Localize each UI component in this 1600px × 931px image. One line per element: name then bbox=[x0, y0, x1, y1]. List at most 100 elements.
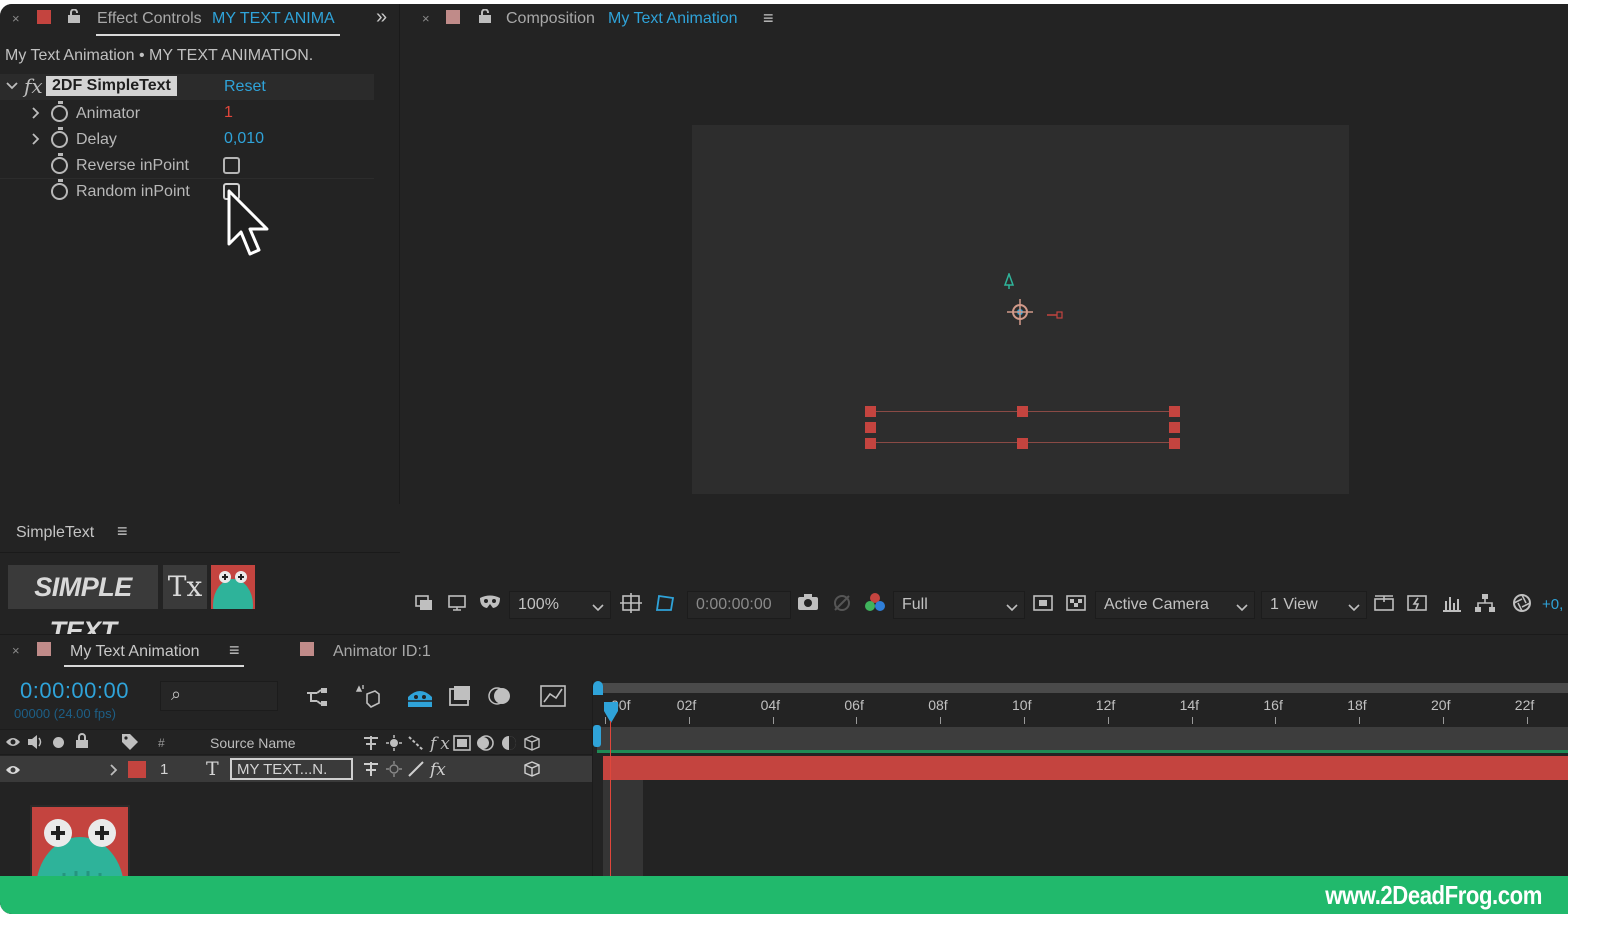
monitor-icon[interactable] bbox=[446, 594, 468, 614]
show-snapshot-icon[interactable] bbox=[831, 593, 853, 613]
fast-previews-icon[interactable] bbox=[1406, 593, 1428, 613]
current-time-field[interactable]: 0:00:00:00 bbox=[687, 591, 791, 619]
reset-exposure-icon[interactable] bbox=[1511, 593, 1533, 613]
camera-value: Active Camera bbox=[1104, 596, 1209, 613]
panel-expand-icon[interactable]: » bbox=[376, 6, 387, 29]
resolution-dropdown[interactable]: Full bbox=[893, 591, 1025, 619]
transform-handle[interactable] bbox=[1017, 406, 1028, 417]
layer-name-field[interactable]: MY TEXT...N. bbox=[230, 758, 353, 780]
eye-icon[interactable] bbox=[5, 763, 21, 781]
transform-handle[interactable] bbox=[865, 438, 876, 449]
transform-handle[interactable] bbox=[1169, 422, 1180, 433]
effect-controls-layer-name[interactable]: MY TEXT ANIMA bbox=[212, 10, 338, 28]
comp-flowchart-icon[interactable] bbox=[305, 687, 327, 707]
views-dropdown[interactable]: 1 View bbox=[1261, 591, 1367, 619]
zoom-dropdown[interactable]: 100% bbox=[509, 591, 611, 619]
transparency-grid-icon[interactable] bbox=[1065, 594, 1087, 614]
camera-dropdown[interactable]: Active Camera bbox=[1095, 591, 1255, 619]
current-time-value: 0:00:00:00 bbox=[696, 596, 772, 613]
motion-blur-icon[interactable] bbox=[488, 685, 510, 705]
time-ruler[interactable]: 00f 02f 04f 06f 08f 10f 12f 14f 16f 18f 20f 22f bbox=[593, 695, 1568, 725]
work-area-start-handle[interactable] bbox=[593, 681, 603, 695]
draft-3d-icon[interactable] bbox=[355, 685, 380, 708]
always-preview-icon[interactable] bbox=[413, 594, 435, 614]
layer-label-color[interactable] bbox=[128, 761, 146, 778]
toggle-pixel-aspect-icon[interactable] bbox=[1373, 594, 1395, 614]
x-axis-arrow-icon[interactable] bbox=[1047, 307, 1063, 325]
column-source-name[interactable]: Source Name bbox=[210, 735, 296, 751]
eye-icon[interactable] bbox=[5, 735, 21, 753]
lock-icon[interactable] bbox=[67, 8, 81, 23]
frame-blending-icon[interactable] bbox=[448, 685, 470, 706]
anchor-point-icon[interactable] bbox=[1007, 299, 1033, 330]
composition-tab-title[interactable]: Composition bbox=[506, 10, 595, 28]
mask-visibility-icon[interactable] bbox=[479, 594, 501, 614]
clear-format-button[interactable]: Tx bbox=[163, 565, 207, 609]
effect-name[interactable]: 2DF SimpleText bbox=[46, 76, 177, 96]
param-label: Random inPoint bbox=[76, 183, 190, 200]
snapshot-camera-icon[interactable] bbox=[797, 593, 819, 613]
timeline-icon[interactable] bbox=[1441, 593, 1463, 613]
simpletext-panel-title[interactable]: SimpleText bbox=[16, 524, 94, 542]
expand-chevron-icon[interactable] bbox=[30, 106, 40, 124]
timeline-tab-title[interactable]: My Text Animation bbox=[70, 643, 200, 661]
layer-row[interactable]: 1 T MY TEXT...N. fx bbox=[0, 756, 592, 782]
stopwatch-icon[interactable] bbox=[51, 153, 68, 174]
stopwatch-icon[interactable] bbox=[51, 101, 68, 122]
animator-tab[interactable]: Animator ID:1 bbox=[333, 643, 431, 661]
lock-icon[interactable] bbox=[478, 8, 492, 29]
ruler-tick-label: 16f bbox=[1263, 697, 1283, 713]
mask-path-icon[interactable] bbox=[654, 593, 676, 613]
composition-close-button[interactable]: × bbox=[422, 11, 430, 26]
playhead-icon[interactable] bbox=[603, 701, 619, 730]
timeline-timecode[interactable]: 0:00:00:00 bbox=[20, 678, 129, 704]
reverse-inpoint-checkbox[interactable] bbox=[223, 157, 240, 174]
transform-handle[interactable] bbox=[1017, 438, 1028, 449]
fx-icon[interactable]: fx bbox=[24, 74, 43, 98]
layer-column-header: # Source Name fx bbox=[0, 729, 592, 755]
divider bbox=[0, 552, 400, 553]
audio-icon[interactable] bbox=[27, 734, 45, 755]
transform-handle[interactable] bbox=[1169, 406, 1180, 417]
exposure-value[interactable]: +0, bbox=[1542, 596, 1563, 613]
param-value[interactable]: 0,010 bbox=[224, 130, 264, 148]
grid-guides-icon[interactable] bbox=[620, 593, 642, 613]
graph-editor-icon[interactable] bbox=[540, 685, 566, 707]
active-tab-underline bbox=[64, 665, 244, 667]
stopwatch-icon[interactable] bbox=[51, 127, 68, 148]
effect-controls-close-button[interactable]: × bbox=[12, 11, 20, 26]
effect-controls-tab-title[interactable]: Effect Controls bbox=[97, 10, 202, 28]
layer-switches[interactable]: fx bbox=[362, 760, 552, 783]
work-area-marker[interactable] bbox=[593, 725, 601, 747]
transform-handle[interactable] bbox=[865, 406, 876, 417]
website-url[interactable]: www.2DeadFrog.com bbox=[1325, 880, 1542, 911]
composition-canvas[interactable] bbox=[692, 125, 1349, 494]
region-of-interest-icon[interactable] bbox=[1032, 594, 1054, 614]
param-value[interactable]: 1 bbox=[224, 104, 233, 122]
menu-icon[interactable]: ≡ bbox=[229, 640, 240, 661]
switches-icons[interactable]: fx bbox=[362, 734, 552, 756]
simple-text-logo-button[interactable]: SIMPLE TEXT bbox=[8, 565, 158, 646]
y-axis-arrow-icon[interactable] bbox=[1003, 271, 1015, 294]
reset-link[interactable]: Reset bbox=[224, 78, 266, 96]
stopwatch-icon[interactable] bbox=[51, 179, 68, 200]
menu-icon[interactable]: ≡ bbox=[117, 521, 128, 542]
transform-handle[interactable] bbox=[1169, 438, 1180, 449]
layer-search-input[interactable]: ⌕ bbox=[160, 681, 278, 711]
solo-icon[interactable] bbox=[53, 737, 64, 748]
lock-icon[interactable] bbox=[75, 733, 89, 754]
layer-duration-bar[interactable] bbox=[603, 756, 1568, 780]
transform-handle[interactable] bbox=[865, 422, 876, 433]
label-tag-icon[interactable] bbox=[121, 733, 139, 756]
shy-layers-icon[interactable] bbox=[406, 685, 432, 707]
frog-avatar-button[interactable] bbox=[211, 565, 255, 631]
expand-chevron-icon[interactable] bbox=[30, 132, 40, 150]
timeline-close-button[interactable]: × bbox=[12, 643, 20, 658]
effect-collapse-chevron-icon[interactable] bbox=[6, 78, 18, 96]
menu-icon[interactable]: ≡ bbox=[763, 8, 774, 29]
flowchart-icon[interactable] bbox=[1474, 593, 1496, 613]
color-channels-icon[interactable] bbox=[864, 592, 886, 612]
work-area-bar[interactable] bbox=[597, 683, 1568, 693]
composition-name[interactable]: My Text Animation bbox=[608, 10, 738, 28]
expand-chevron-icon[interactable] bbox=[108, 763, 118, 781]
